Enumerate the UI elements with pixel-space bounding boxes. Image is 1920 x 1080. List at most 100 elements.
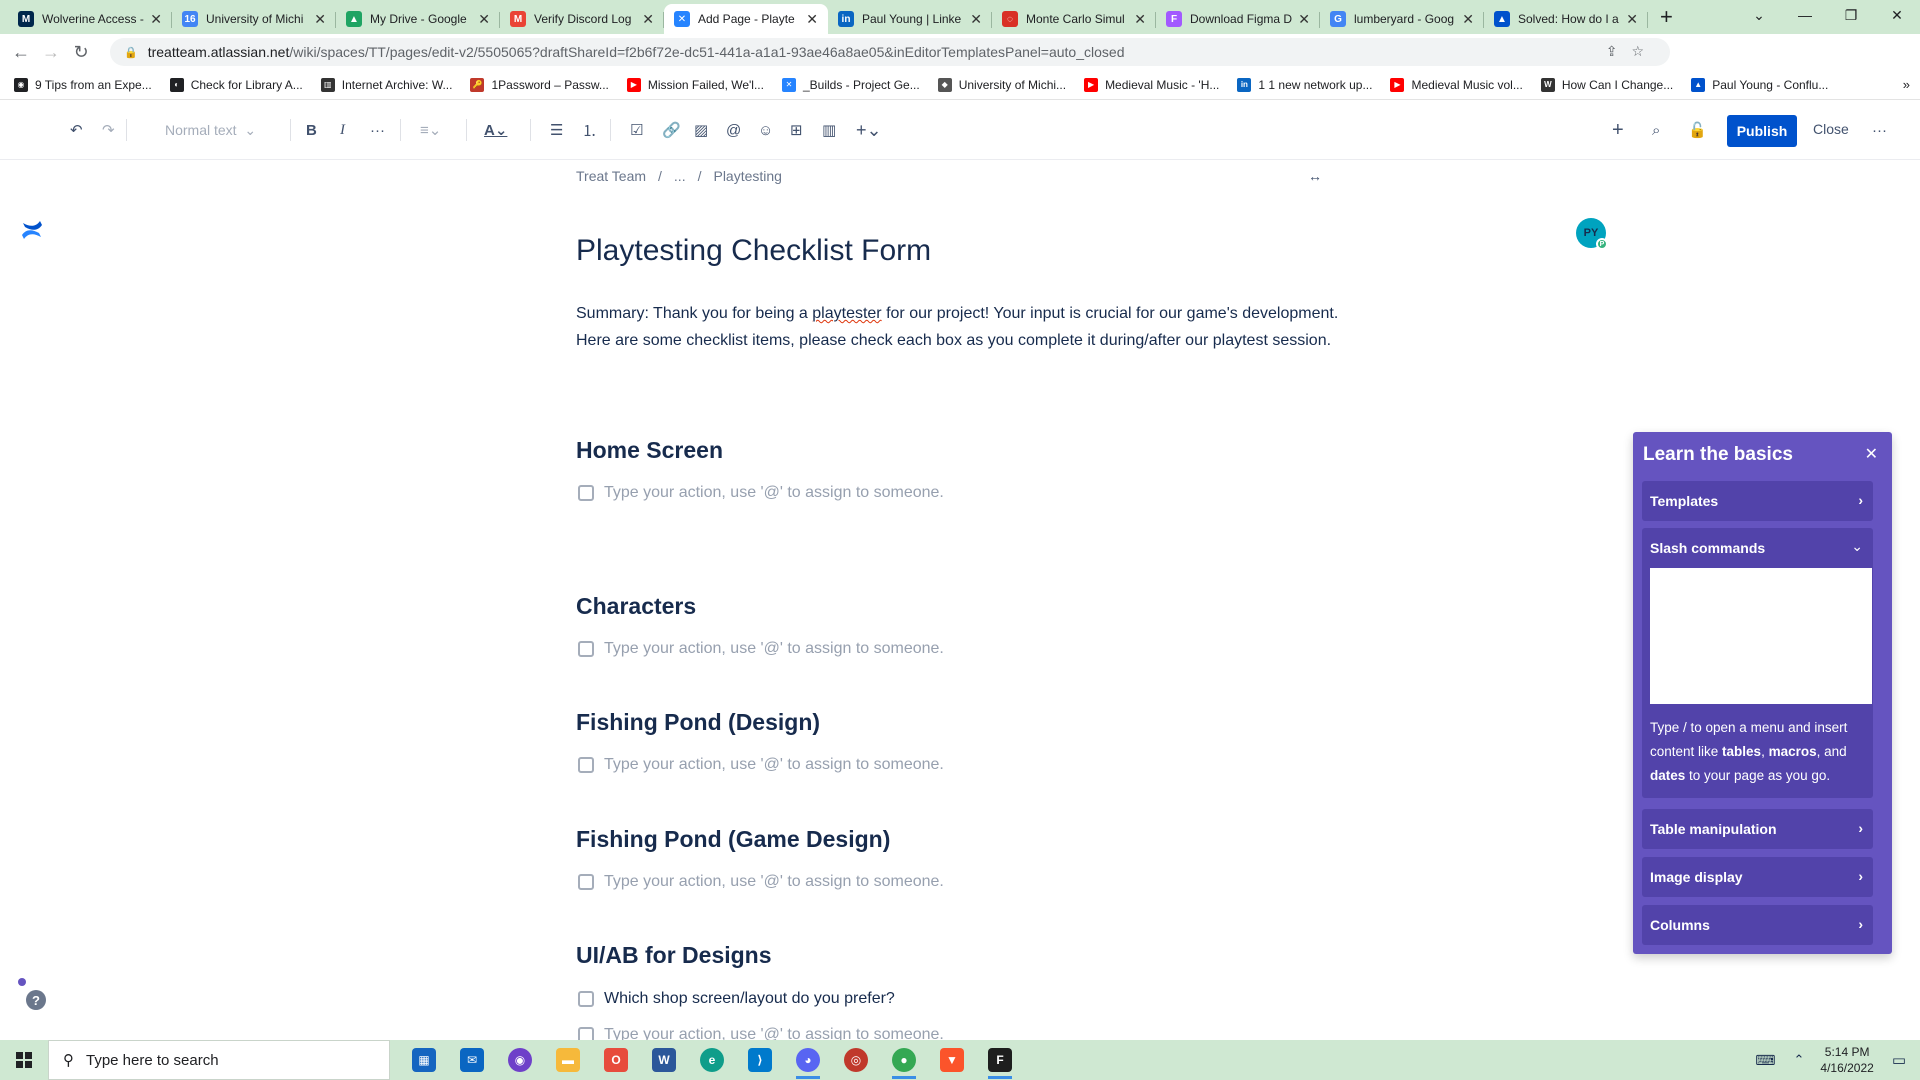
close-editor-button[interactable]: Close	[1813, 121, 1849, 137]
tab-close-icon[interactable]: ✕	[642, 11, 654, 28]
publish-button[interactable]: Publish	[1727, 115, 1797, 147]
more-options-icon[interactable]: ···	[1872, 114, 1887, 146]
bookmark-item[interactable]: ◐ Check for Library A...	[169, 77, 303, 92]
browser-tab[interactable]: M Verify Discord Log ✕	[500, 4, 664, 34]
confluence-logo-icon[interactable]	[20, 218, 44, 242]
link-icon[interactable]: 🔗	[662, 114, 681, 146]
full-width-toggle-icon[interactable]: ↔	[1308, 168, 1322, 184]
tab-close-icon[interactable]: ✕	[1462, 11, 1474, 28]
chevron-down-icon[interactable]: ⌄	[1851, 538, 1863, 555]
taskbar-search-input[interactable]: ⚲ Type here to search	[48, 1040, 390, 1080]
task-placeholder[interactable]: Type your action, use '@' to assign to s…	[604, 756, 944, 774]
address-bar[interactable]: 🔒 treatteam.atlassian.net/wiki/spaces/TT…	[110, 38, 1670, 66]
invite-plus-icon[interactable]: +	[1612, 114, 1624, 146]
bold-icon[interactable]: B	[306, 114, 317, 146]
task-placeholder[interactable]: Type your action, use '@' to assign to s…	[604, 484, 944, 502]
section-heading-ui-ab-designs[interactable]: UI/AB for Designs	[576, 942, 772, 969]
section-heading-home-screen[interactable]: Home Screen	[576, 437, 723, 464]
layouts-icon[interactable]: ▥	[822, 114, 836, 146]
bookmark-item[interactable]: W How Can I Change...	[1540, 77, 1673, 92]
task-placeholder[interactable]: Type your action, use '@' to assign to s…	[604, 873, 944, 891]
browser-tab[interactable]: M Wolverine Access - ✕	[8, 4, 172, 34]
section-heading-fishing-pond-design[interactable]: Fishing Pond (Design)	[576, 709, 820, 736]
browser-tab[interactable]: F Download Figma D ✕	[1156, 4, 1320, 34]
tab-close-icon[interactable]: ✕	[806, 11, 818, 28]
task-checkbox[interactable]	[578, 485, 594, 501]
task-checkbox[interactable]	[578, 757, 594, 773]
taskbar-figma-icon[interactable]: F	[976, 1040, 1024, 1080]
italic-icon[interactable]: I	[340, 114, 345, 146]
share-and-star-icons[interactable]: ⇪☆	[1606, 43, 1658, 60]
minimize-button[interactable]: —	[1782, 0, 1828, 30]
restore-button[interactable]: ❐	[1828, 0, 1874, 30]
numbered-list-icon[interactable]: ⒈	[582, 114, 597, 146]
notification-center-icon[interactable]: ▭	[1892, 1051, 1906, 1069]
task-placeholder[interactable]: Type your action, use '@' to assign to s…	[604, 640, 944, 658]
tab-close-icon[interactable]: ✕	[1134, 11, 1146, 28]
task-checkbox[interactable]	[578, 991, 594, 1007]
summary-paragraph[interactable]: Summary: Thank you for being a playteste…	[576, 300, 1346, 354]
breadcrumb-ellipsis-link[interactable]: ...	[674, 168, 686, 184]
action-item-icon[interactable]: ☑	[630, 114, 643, 146]
panel-close-icon[interactable]: ✕	[1865, 444, 1878, 464]
bookmark-item[interactable]: ◉ 9 Tips from an Expe...	[14, 77, 152, 92]
task-checkbox[interactable]	[578, 641, 594, 657]
collaborator-avatar[interactable]: PY P	[1576, 218, 1608, 250]
bookmark-item[interactable]: in 1 1 new network up...	[1237, 77, 1372, 92]
bookmark-item[interactable]: ✕ _Builds - Project Ge...	[781, 77, 920, 92]
taskbar-mail-icon[interactable]: ✉	[448, 1040, 496, 1080]
panel-item-table-manipulation[interactable]: Table manipulation ›	[1642, 809, 1873, 849]
restrictions-lock-icon[interactable]: 🔓	[1688, 114, 1707, 146]
taskbar-clock[interactable]: 5:14 PM 4/16/2022	[1820, 1044, 1873, 1076]
panel-item-templates[interactable]: Templates ›	[1642, 481, 1873, 521]
browser-tab[interactable]: in Paul Young | Linke ✕	[828, 4, 992, 34]
taskbar-store-icon[interactable]: ▦	[400, 1040, 448, 1080]
bookmark-item[interactable]: ▲ Paul Young - Conflu...	[1691, 77, 1828, 92]
bookmark-item[interactable]: ▶ Mission Failed, We'l...	[626, 77, 764, 92]
taskbar-chrome-icon[interactable]: ●	[880, 1040, 928, 1080]
tab-close-icon[interactable]: ✕	[478, 11, 490, 28]
breadcrumb-parent-link[interactable]: Playtesting	[713, 168, 781, 184]
browser-tab[interactable]: 16 University of Michi ✕	[172, 4, 336, 34]
taskbar-recorder-icon[interactable]: ◎	[832, 1040, 880, 1080]
browser-tab[interactable]: ▲ Solved: How do I a ✕	[1484, 4, 1648, 34]
mention-icon[interactable]: @	[726, 114, 741, 146]
lock-icon[interactable]: 🔒	[124, 46, 138, 59]
keyboard-icon[interactable]: ⌨	[1755, 1052, 1775, 1069]
task-checkbox[interactable]	[578, 874, 594, 890]
tab-close-icon[interactable]: ✕	[1626, 11, 1638, 28]
text-color-icon[interactable]: A⌄	[484, 114, 507, 146]
browser-tab[interactable]: ✕ Add Page - Playte ✕	[664, 4, 828, 34]
panel-item-label[interactable]: Slash commands	[1650, 540, 1765, 556]
find-replace-icon[interactable]: ⌕	[1652, 114, 1660, 146]
bookmark-item[interactable]: ▶ Medieval Music vol...	[1390, 77, 1523, 92]
browser-tab[interactable]: Glumberyard - Goog ✕	[1320, 4, 1484, 34]
browser-tab[interactable]: ◌ Monte Carlo Simul ✕	[992, 4, 1156, 34]
bookmark-item[interactable]: ▶ Medieval Music - 'H...	[1084, 77, 1219, 92]
bookmark-item[interactable]: 🔑 1Password – Passw...	[470, 77, 609, 92]
more-bookmarks-icon[interactable]: »	[1903, 77, 1910, 92]
help-icon[interactable]: ?	[26, 990, 46, 1010]
taskbar-brave-icon[interactable]: ▼	[928, 1040, 976, 1080]
insert-more-icon[interactable]: +⌄	[856, 114, 882, 146]
taskbar-discord-icon[interactable]: ◕	[784, 1040, 832, 1080]
bookmark-item[interactable]: ▥ Internet Archive: W...	[320, 77, 452, 92]
tab-close-icon[interactable]: ✕	[1298, 11, 1310, 28]
section-heading-fishing-pond-game-design[interactable]: Fishing Pond (Game Design)	[576, 826, 890, 853]
new-tab-button[interactable]: +	[1648, 4, 1685, 34]
taskbar-word-icon[interactable]: W	[640, 1040, 688, 1080]
text-style-dropdown[interactable]: Normal text ⌄	[165, 114, 256, 146]
emoji-icon[interactable]: ☺	[758, 114, 773, 146]
window-close-button[interactable]: ✕	[1874, 0, 1920, 30]
alignment-dropdown-icon[interactable]: ≡⌄	[420, 114, 441, 146]
panel-item-image-display[interactable]: Image display ›	[1642, 857, 1873, 897]
panel-item-columns[interactable]: Columns ›	[1642, 905, 1873, 945]
task-text[interactable]: Which shop screen/layout do you prefer?	[604, 990, 895, 1008]
browser-tab[interactable]: ▲ My Drive - Google ✕	[336, 4, 500, 34]
taskbar-github-icon[interactable]: ◉	[496, 1040, 544, 1080]
tab-close-icon[interactable]: ✕	[150, 11, 162, 28]
forward-arrow-icon[interactable]: →	[36, 42, 66, 63]
taskbar-office-icon[interactable]: O	[592, 1040, 640, 1080]
breadcrumb-space-link[interactable]: Treat Team	[576, 168, 646, 184]
back-arrow-icon[interactable]: ←	[6, 42, 36, 63]
